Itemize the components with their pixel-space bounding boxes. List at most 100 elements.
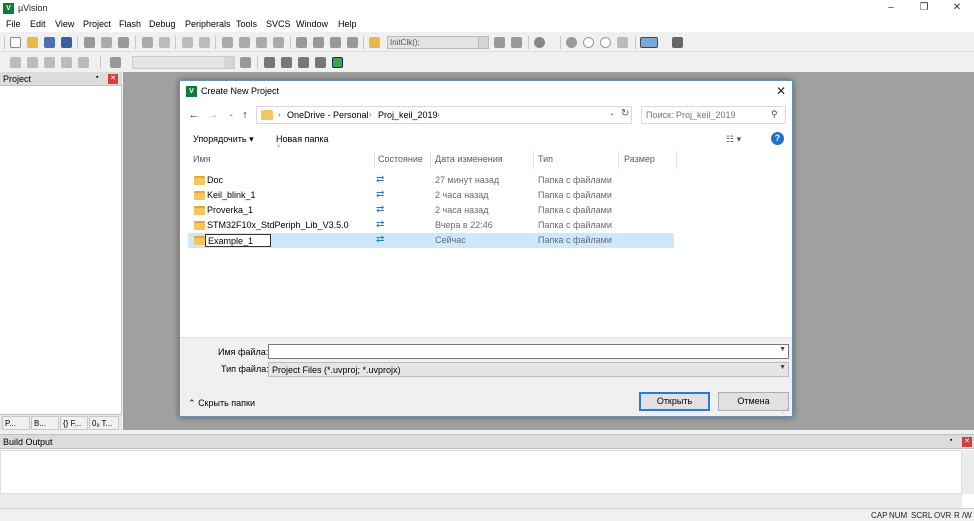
translate-icon[interactable] [10,57,21,68]
pin-icon[interactable]: ▪ [96,74,98,81]
chevron-down-icon[interactable]: ▼ [779,364,786,371]
column-type[interactable]: Тип [538,154,553,164]
resize-grip-icon[interactable]: ⋰ [782,407,789,415]
menu-svcs[interactable]: SVCS [266,19,291,29]
save-icon[interactable] [44,37,55,48]
window-layout-icon[interactable] [640,37,658,48]
tab-books[interactable]: B... [31,416,59,430]
file-row-doc[interactable]: Doc ⇄ 27 минут назад Папка с файлами [188,173,674,188]
column-name[interactable]: Имя [193,154,211,164]
menu-flash[interactable]: Flash [119,19,141,29]
chevron-down-icon[interactable]: ▼ [779,346,786,353]
nav-back-icon[interactable] [182,37,193,48]
column-divider[interactable] [374,151,375,169]
cancel-button[interactable]: Отмена [718,392,789,411]
unindent-icon[interactable] [313,37,324,48]
menu-window[interactable]: Window [296,19,328,29]
tab-templates[interactable]: 0ₐ T... [89,416,119,430]
comment-icon[interactable] [330,37,341,48]
select-software-packs-icon[interactable] [298,57,309,68]
open-file-icon[interactable] [27,37,38,48]
breadcrumb-onedrive[interactable]: OneDrive - Personal [287,110,369,120]
manage-components-icon[interactable] [281,57,292,68]
organize-button[interactable]: Упорядочить ▾ [193,134,254,145]
debug-session-icon[interactable] [534,37,545,48]
rebuild-icon[interactable] [44,57,55,68]
menu-help[interactable]: Help [338,19,357,29]
recent-locations-icon[interactable]: ⌄ [225,109,237,121]
chevron-down-icon[interactable] [224,57,234,68]
new-file-icon[interactable] [10,37,21,48]
redo-icon[interactable] [159,37,170,48]
refresh-icon[interactable]: ↻ [621,108,631,119]
undo-icon[interactable] [142,37,153,48]
chevron-down-icon[interactable]: ⌄ [609,109,615,117]
manage-run-time-icon[interactable] [332,57,343,68]
target-options-icon[interactable] [240,57,251,68]
menu-debug[interactable]: Debug [149,19,176,29]
new-folder-button[interactable]: Новая папка [276,134,328,144]
search-icon[interactable]: ⚲ [771,109,778,120]
build-output-text[interactable] [0,450,962,494]
indent-icon[interactable] [296,37,307,48]
column-divider[interactable] [676,151,677,169]
close-window-button[interactable]: ✕ [942,0,972,17]
cut-icon[interactable] [84,37,95,48]
next-bookmark-icon[interactable] [256,37,267,48]
close-icon[interactable]: ✕ [962,437,972,447]
file-row-proverka[interactable]: Proverka_1 ⇄ 2 часа назад Папка с файлам… [188,203,674,218]
file-row-keil-blink[interactable]: Keil_blink_1 ⇄ 2 часа назад Папка с файл… [188,188,674,203]
vertical-scrollbar[interactable] [962,450,974,494]
uncomment-icon[interactable] [347,37,358,48]
breakpoint-icon[interactable] [566,37,577,48]
find-in-files-icon[interactable] [369,37,380,48]
menu-view[interactable]: View [55,19,74,29]
maximize-button[interactable]: ❐ [909,0,939,17]
open-button[interactable]: Открыть [639,392,710,411]
configure-icon[interactable] [672,37,683,48]
column-divider[interactable] [430,151,431,169]
prev-bookmark-icon[interactable] [239,37,250,48]
pack-installer-icon[interactable] [315,57,326,68]
search-box[interactable]: ⚲ [641,106,786,124]
paste-icon[interactable] [118,37,129,48]
file-name-input[interactable] [271,346,771,356]
tab-functions[interactable]: {} F... [60,416,88,430]
minimize-button[interactable]: – [876,0,906,17]
file-row-example[interactable]: ⇄ Сейчас Папка с файлами [188,233,674,248]
find-combo[interactable]: InitClk(); [387,36,489,49]
menu-edit[interactable]: Edit [30,19,46,29]
pin-icon[interactable]: ▪ [950,437,952,444]
chevron-right-icon[interactable]: › [369,110,372,119]
menu-tools[interactable]: Tools [236,19,257,29]
save-all-icon[interactable] [61,37,72,48]
disable-all-breakpoints-icon[interactable] [617,37,628,48]
disable-breakpoint-icon[interactable] [583,37,594,48]
copy-icon[interactable] [101,37,112,48]
menu-project[interactable]: Project [83,19,111,29]
menu-file[interactable]: File [6,19,21,29]
dialog-close-button[interactable]: ✕ [772,83,790,100]
rename-input[interactable] [205,234,271,247]
kill-breakpoints-icon[interactable] [600,37,611,48]
column-status[interactable]: Состояние [378,154,423,164]
file-name-combo[interactable]: ▼ [268,344,789,359]
up-arrow-icon[interactable]: ↑ [239,109,251,121]
back-arrow-icon[interactable]: ← [188,109,200,121]
close-icon[interactable]: ✕ [108,74,118,84]
horizontal-scrollbar[interactable] [0,494,962,508]
find-icon[interactable] [494,37,505,48]
target-select[interactable] [132,56,235,69]
chevron-right-icon[interactable]: › [278,110,281,119]
column-divider[interactable] [618,151,619,169]
clear-bookmarks-icon[interactable] [273,37,284,48]
column-size[interactable]: Размер [624,154,655,164]
chevron-down-icon[interactable] [478,37,488,48]
file-type-select[interactable]: Project Files (*.uvproj; *.uvprojx) ▼ [268,362,789,377]
incremental-find-icon[interactable] [511,37,522,48]
search-input[interactable] [646,110,766,120]
tab-project[interactable]: P... [2,416,30,430]
stop-build-icon[interactable] [78,57,89,68]
build-icon[interactable] [27,57,38,68]
file-extensions-icon[interactable] [264,57,275,68]
